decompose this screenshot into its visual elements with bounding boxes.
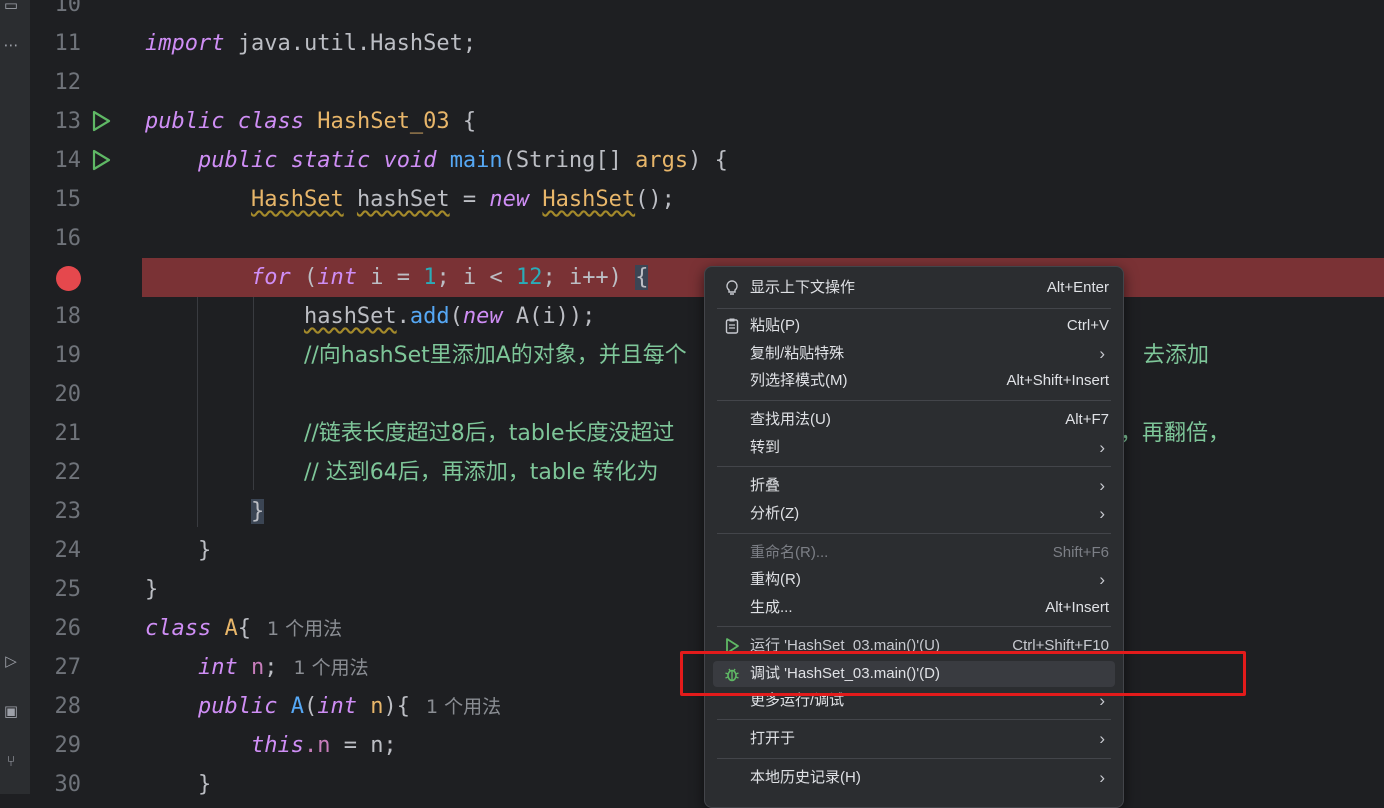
code-line-11: 11 import java.util.HashSet;	[31, 24, 1384, 63]
menu-item-rename[interactable]: 重命名(R)... Shift+F6	[713, 540, 1115, 566]
class-declaration: public class HashSet_03 {	[145, 109, 477, 134]
line-number: 30	[54, 772, 82, 797]
chevron-right-icon: ›	[1099, 344, 1105, 363]
tool-window-strip: ▭ ⋯ ▷ ▣ ⑂	[0, 0, 31, 794]
class-a-declaration: class A{1 个用法	[145, 616, 343, 641]
line-number: 15	[54, 187, 82, 212]
line-number: 28	[54, 694, 82, 719]
line-number: 20	[54, 382, 82, 407]
clipboard-icon	[725, 318, 739, 334]
line-number: 23	[54, 499, 82, 524]
line-number: 22	[54, 460, 82, 485]
line-number: 29	[54, 733, 82, 758]
run-dashboard-icon[interactable]: ▷	[2, 652, 20, 670]
closing-brace: }	[197, 772, 212, 797]
line-number: 27	[54, 655, 82, 680]
bulb-icon	[726, 280, 738, 295]
line-number: 14	[54, 148, 82, 173]
line-number: 21	[54, 421, 82, 446]
run-gutter-icon[interactable]	[90, 149, 112, 171]
line-number: 26	[54, 616, 82, 641]
chevron-right-icon: ›	[1099, 768, 1105, 787]
line-number: 18	[54, 304, 82, 329]
menu-item-local-history[interactable]: 本地历史记录(H) ›	[713, 765, 1115, 791]
menu-item-paste[interactable]: 粘贴(P) Ctrl+V	[713, 313, 1115, 339]
this-assignment: this.n = n;	[250, 733, 397, 758]
menu-item-open-in[interactable]: 打开于 ›	[713, 726, 1115, 752]
code-line-16: 16	[31, 219, 1384, 258]
closing-brace: }	[145, 577, 159, 602]
annotation-highlight-box	[680, 651, 1246, 696]
menu-item-find-usages[interactable]: 查找用法(U) Alt+F7	[713, 407, 1115, 433]
comment-line: //链表长度超过8后，table长度没超过	[303, 421, 675, 446]
chevron-right-icon: ›	[1099, 504, 1105, 523]
comment-tail: 去添加	[1143, 343, 1210, 368]
chevron-right-icon: ›	[1099, 476, 1105, 495]
comment-tail: ，再翻倍，	[1120, 421, 1231, 446]
chevron-right-icon: ›	[1099, 729, 1105, 748]
comment-line: // 达到64后，再添加，table 转化为	[303, 460, 659, 485]
usage-hint[interactable]: 1 个用法	[267, 618, 342, 640]
code-line-10: 10	[31, 0, 1384, 24]
main-method-declaration: public static void main(String[] args) {	[197, 148, 728, 173]
line-number: 25	[54, 577, 82, 602]
menu-item-analyze[interactable]: 分析(Z) ›	[713, 501, 1115, 527]
project-icon[interactable]: ▭	[2, 0, 20, 14]
import-statement: import java.util.HashSet;	[145, 31, 477, 56]
breakpoint-icon[interactable]	[56, 266, 81, 291]
line-number: 13	[54, 109, 82, 134]
line-number: 10	[54, 0, 82, 17]
comment-line: //向hashSet里添加A的对象，并且每个	[303, 343, 687, 368]
run-gutter-icon[interactable]	[90, 110, 112, 132]
menu-item-column-selection[interactable]: 列选择模式(M) Alt+Shift+Insert	[713, 368, 1115, 394]
line-number: 24	[54, 538, 82, 563]
code-line-15: 15 HashSet hashSet = new HashSet();	[31, 180, 1384, 219]
closing-brace: }	[250, 499, 265, 524]
hashset-add-call: hashSet.add(new A(i));	[303, 304, 596, 329]
constructor-declaration: public A(int n){1 个用法	[197, 694, 502, 719]
line-number: 19	[54, 343, 82, 368]
more-icon[interactable]: ⋯	[2, 36, 20, 54]
for-loop-header: for (int i = 1; i < 12; i++) {	[250, 265, 649, 290]
closing-brace: }	[197, 538, 212, 563]
field-declaration: int n; 1 个用法	[197, 655, 369, 680]
menu-item-go-to[interactable]: 转到 ›	[713, 435, 1115, 461]
chevron-right-icon: ›	[1099, 438, 1105, 457]
line-number: 12	[54, 70, 82, 95]
line-number: 11	[54, 31, 82, 56]
chevron-right-icon: ›	[1099, 570, 1105, 589]
git-icon[interactable]: ⑂	[2, 752, 20, 770]
usage-hint[interactable]: 1 个用法	[426, 696, 501, 718]
usage-hint[interactable]: 1 个用法	[293, 657, 368, 679]
hashset-declaration: HashSet hashSet = new HashSet();	[250, 187, 675, 212]
context-menu: 显示上下文操作 Alt+Enter 粘贴(P) Ctrl+V 复制/粘贴特殊 › 列选…	[704, 266, 1124, 808]
terminal-icon[interactable]: ▣	[2, 702, 20, 720]
code-line-12: 12	[31, 63, 1384, 102]
menu-item-generate[interactable]: 生成... Alt+Insert	[713, 595, 1115, 621]
line-number: 16	[54, 226, 82, 251]
menu-item-folding[interactable]: 折叠 ›	[713, 473, 1115, 499]
menu-item-copy-paste-special[interactable]: 复制/粘贴特殊 ›	[713, 341, 1115, 367]
menu-item-show-context-actions[interactable]: 显示上下文操作 Alt+Enter	[713, 275, 1115, 301]
code-line-14: 14 public static void main(String[] args…	[31, 141, 1384, 180]
menu-item-refactor[interactable]: 重构(R) ›	[713, 567, 1115, 593]
code-line-13: 13 public class HashSet_03 {	[31, 102, 1384, 141]
